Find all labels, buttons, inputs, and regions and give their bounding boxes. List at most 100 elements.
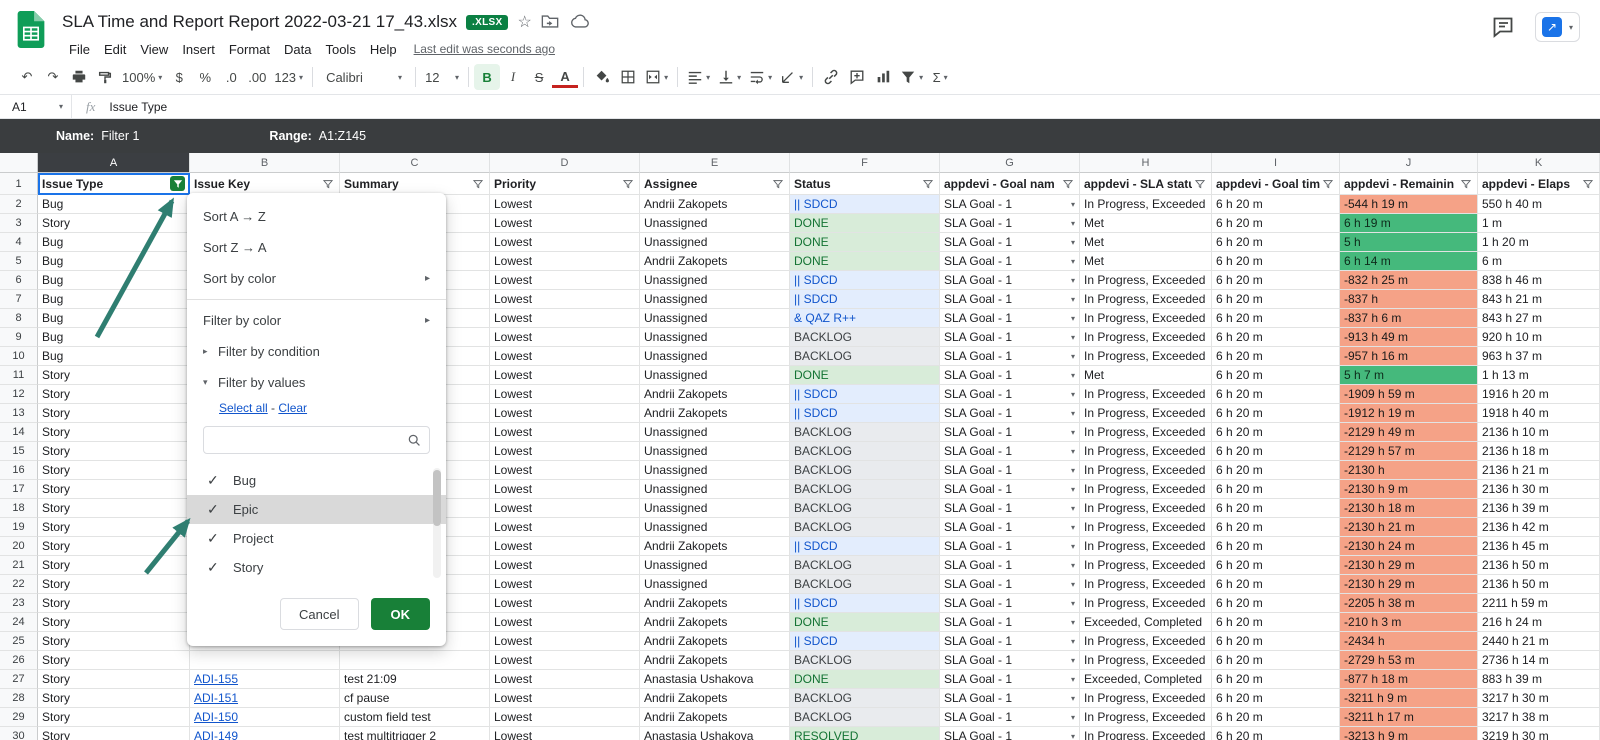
- cell-goal-time[interactable]: 6 h 20 m: [1212, 309, 1340, 328]
- cell-sla-status[interactable]: In Progress, Exceeded: [1080, 708, 1212, 727]
- ok-button[interactable]: OK: [371, 598, 431, 630]
- row-number[interactable]: 13: [0, 404, 38, 423]
- cell-assignee[interactable]: Unassigned: [640, 328, 790, 347]
- cell-elapsed[interactable]: 1 h 20 m: [1478, 233, 1600, 252]
- cell-remaining[interactable]: -2129 h 57 m: [1340, 442, 1478, 461]
- row-number[interactable]: 26: [0, 651, 38, 670]
- font-family-select[interactable]: Calibri ▾: [318, 64, 410, 90]
- cell-elapsed[interactable]: 2440 h 21 m: [1478, 632, 1600, 651]
- cell-goal-name[interactable]: SLA Goal - 1▾: [940, 309, 1080, 328]
- cell-goal-name[interactable]: SLA Goal - 1▾: [940, 385, 1080, 404]
- cell-goal-time[interactable]: 6 h 20 m: [1212, 480, 1340, 499]
- cell-sla-status[interactable]: Exceeded, Completed: [1080, 670, 1212, 689]
- cell-sla-status[interactable]: In Progress, Exceeded: [1080, 575, 1212, 594]
- last-edit-link[interactable]: Last edit was seconds ago: [414, 42, 555, 56]
- open-in-app-button[interactable]: ↗ ▾: [1535, 12, 1580, 42]
- cell-goal-time[interactable]: 6 h 20 m: [1212, 670, 1340, 689]
- bold-button[interactable]: B: [474, 64, 500, 90]
- document-title[interactable]: SLA Time and Report Report 2022-03-21 17…: [62, 12, 457, 32]
- row-number[interactable]: 30: [0, 727, 38, 740]
- borders-button[interactable]: [615, 64, 641, 90]
- cell-goal-name[interactable]: SLA Goal - 1▾: [940, 613, 1080, 632]
- cell-sla-status[interactable]: In Progress, Exceeded: [1080, 518, 1212, 537]
- column-header-K[interactable]: appdevi - Elaps: [1478, 173, 1600, 195]
- functions-button[interactable]: Σ ▾: [927, 64, 953, 90]
- cell-status[interactable]: BACKLOG: [790, 556, 940, 575]
- cell-goal-name[interactable]: SLA Goal - 1▾: [940, 328, 1080, 347]
- cell-priority[interactable]: Lowest: [490, 252, 640, 271]
- filter-funnel-icon[interactable]: [470, 176, 485, 191]
- cell-assignee[interactable]: Anastasia Ushakova: [640, 727, 790, 740]
- column-letter-K[interactable]: K: [1478, 153, 1600, 173]
- cell-summary[interactable]: test 21:09: [340, 670, 490, 689]
- cell-elapsed[interactable]: 843 h 27 m: [1478, 309, 1600, 328]
- cell-sla-status[interactable]: In Progress, Exceeded: [1080, 480, 1212, 499]
- cell-assignee[interactable]: Unassigned: [640, 499, 790, 518]
- cell-priority[interactable]: Lowest: [490, 461, 640, 480]
- cell-assignee[interactable]: Andrii Zakopets: [640, 537, 790, 556]
- column-header-C[interactable]: Summary: [340, 173, 490, 195]
- list-scrollbar[interactable]: [433, 468, 441, 578]
- cell-remaining[interactable]: -2434 h: [1340, 632, 1478, 651]
- cell-priority[interactable]: Lowest: [490, 632, 640, 651]
- cell-issue-key[interactable]: [190, 651, 340, 670]
- cell-assignee[interactable]: Unassigned: [640, 556, 790, 575]
- cell-priority[interactable]: Lowest: [490, 613, 640, 632]
- cell-assignee[interactable]: Unassigned: [640, 366, 790, 385]
- cell-goal-name[interactable]: SLA Goal - 1▾: [940, 347, 1080, 366]
- cell-elapsed[interactable]: 1918 h 40 m: [1478, 404, 1600, 423]
- row-number[interactable]: 11: [0, 366, 38, 385]
- cell-priority[interactable]: Lowest: [490, 651, 640, 670]
- cell-priority[interactable]: Lowest: [490, 347, 640, 366]
- cell-status[interactable]: || SDCD: [790, 537, 940, 556]
- cell-elapsed[interactable]: 2136 h 10 m: [1478, 423, 1600, 442]
- cell-remaining[interactable]: -837 h 6 m: [1340, 309, 1478, 328]
- cell-status[interactable]: BACKLOG: [790, 328, 940, 347]
- cell-assignee[interactable]: Andrii Zakopets: [640, 689, 790, 708]
- column-header-E[interactable]: Assignee: [640, 173, 790, 195]
- cell-goal-time[interactable]: 6 h 20 m: [1212, 689, 1340, 708]
- horizontal-align-button[interactable]: ▾: [683, 64, 714, 90]
- cell-remaining[interactable]: -2130 h 18 m: [1340, 499, 1478, 518]
- cell-elapsed[interactable]: 883 h 39 m: [1478, 670, 1600, 689]
- cell-remaining[interactable]: -1912 h 19 m: [1340, 404, 1478, 423]
- vertical-align-button[interactable]: ▾: [714, 64, 745, 90]
- cell-issue-type[interactable]: Story: [38, 670, 190, 689]
- filter-funnel-icon[interactable]: [1060, 176, 1075, 191]
- cell-remaining[interactable]: -832 h 25 m: [1340, 271, 1478, 290]
- filter-funnel-icon[interactable]: [620, 176, 635, 191]
- cell-issue-type[interactable]: Story: [38, 708, 190, 727]
- cell-elapsed[interactable]: 3217 h 30 m: [1478, 689, 1600, 708]
- cell-elapsed[interactable]: 2736 h 14 m: [1478, 651, 1600, 670]
- cell-goal-time[interactable]: 6 h 20 m: [1212, 385, 1340, 404]
- cell-issue-key[interactable]: ADI-149: [190, 727, 340, 740]
- cell-goal-name[interactable]: SLA Goal - 1▾: [940, 461, 1080, 480]
- cell-issue-type[interactable]: Story: [38, 385, 190, 404]
- cell-goal-time[interactable]: 6 h 20 m: [1212, 613, 1340, 632]
- menu-view[interactable]: View: [133, 40, 175, 59]
- cell-issue-type[interactable]: Bug: [38, 290, 190, 309]
- name-box[interactable]: A1 ▾: [0, 95, 72, 118]
- cell-priority[interactable]: Lowest: [490, 328, 640, 347]
- row-number[interactable]: 25: [0, 632, 38, 651]
- column-letter-J[interactable]: J: [1340, 153, 1478, 173]
- cell-assignee[interactable]: Andrii Zakopets: [640, 195, 790, 214]
- cell-summary[interactable]: custom field test: [340, 708, 490, 727]
- cell-status[interactable]: BACKLOG: [790, 575, 940, 594]
- cell-remaining[interactable]: -2729 h 53 m: [1340, 651, 1478, 670]
- row-number[interactable]: 5: [0, 252, 38, 271]
- cell-remaining[interactable]: -2130 h 29 m: [1340, 575, 1478, 594]
- cell-elapsed[interactable]: 3217 h 38 m: [1478, 708, 1600, 727]
- cell-goal-name[interactable]: SLA Goal - 1▾: [940, 233, 1080, 252]
- cell-issue-key[interactable]: ADI-155: [190, 670, 340, 689]
- column-letter-C[interactable]: C: [340, 153, 490, 173]
- cell-status[interactable]: DONE: [790, 613, 940, 632]
- cancel-button[interactable]: Cancel: [280, 598, 358, 630]
- cell-goal-time[interactable]: 6 h 20 m: [1212, 461, 1340, 480]
- row-number[interactable]: 1: [0, 173, 38, 195]
- cell-remaining[interactable]: -2205 h 38 m: [1340, 594, 1478, 613]
- cell-assignee[interactable]: Unassigned: [640, 271, 790, 290]
- cell-remaining[interactable]: -3211 h 9 m: [1340, 689, 1478, 708]
- cell-goal-name[interactable]: SLA Goal - 1▾: [940, 195, 1080, 214]
- star-icon[interactable]: ☆: [517, 12, 531, 32]
